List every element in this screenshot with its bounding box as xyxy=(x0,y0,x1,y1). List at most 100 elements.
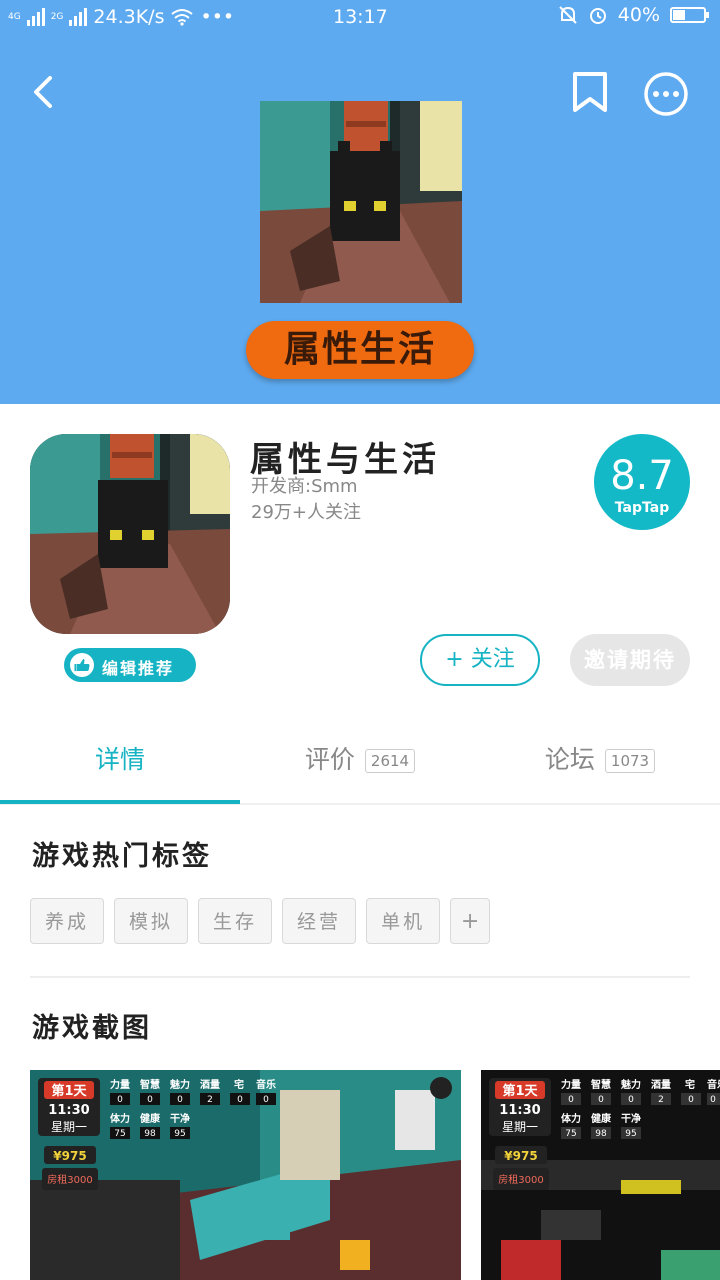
more-dots-icon xyxy=(644,72,688,116)
hud-stat-5-value: 0 xyxy=(237,1095,243,1105)
more-options-button[interactable] xyxy=(642,70,690,118)
chevron-left-icon xyxy=(34,76,52,108)
status-bar: 4G 2G 24.3K/s ••• 13:17 40% xyxy=(0,0,720,36)
hud-stat-7-b: 体力 xyxy=(561,1112,581,1125)
mute-bell-icon xyxy=(559,6,577,24)
active-tab-indicator xyxy=(0,800,240,804)
tab-reviews-count: 2614 xyxy=(364,749,416,773)
hud-stat-4-value-b: 2 xyxy=(658,1095,664,1105)
game-cover-image xyxy=(260,101,462,303)
screenshot-1[interactable]: 第1天 11:30 星期一 ¥975 房租3000 力量 智慧 魅力 酒量 宅 … xyxy=(30,1070,461,1280)
hud-stat-6-value: 0 xyxy=(263,1095,269,1105)
hud-stat-1-value-b: 0 xyxy=(568,1095,574,1105)
battery-icon xyxy=(670,7,709,23)
rating-brand: TapTap xyxy=(614,500,670,516)
invite-expect-button[interactable]: 邀请期待 xyxy=(570,634,690,686)
hud-stat-4-value: 2 xyxy=(207,1095,213,1105)
hud-stat-7-value-b: 75 xyxy=(565,1129,576,1139)
more-status-icon: ••• xyxy=(200,6,235,28)
network-label-1: 4G xyxy=(8,12,21,22)
tag-chip[interactable]: 生存 xyxy=(198,898,273,944)
hud-stat-2-value-b: 0 xyxy=(598,1095,604,1105)
bookmark-button[interactable] xyxy=(568,70,612,114)
tab-reviews[interactable]: 评价 2614 xyxy=(240,720,480,800)
hud-stat-7: 体力 xyxy=(110,1112,130,1125)
hud-stat-8: 健康 xyxy=(140,1112,161,1125)
tag-list: 养成 模拟 生存 经营 单机 + xyxy=(30,898,491,944)
battery-percent: 40% xyxy=(617,4,660,26)
hud-stat-2-value: 0 xyxy=(147,1095,153,1105)
screenshots-section-title: 游戏截图 xyxy=(32,1013,152,1044)
hud-stat-5: 宅 xyxy=(234,1078,244,1091)
tab-forum[interactable]: 论坛 1073 xyxy=(480,720,720,800)
hud-stat-2-b: 智慧 xyxy=(591,1078,611,1091)
hud-day: 第1天 xyxy=(51,1083,87,1099)
hud-stat-8-b: 健康 xyxy=(591,1112,612,1125)
tags-section-title: 游戏热门标签 xyxy=(32,841,212,872)
hud-stat-3-b: 魅力 xyxy=(621,1078,641,1091)
app-icon xyxy=(30,434,230,634)
hud-stat-9-value-b: 95 xyxy=(625,1129,636,1139)
hud-stat-4-b: 酒量 xyxy=(651,1078,671,1091)
followers-count: 29万+人关注 xyxy=(251,502,361,523)
hud-stat-5-b: 宅 xyxy=(685,1078,695,1091)
tag-chip[interactable]: 养成 xyxy=(30,898,105,944)
hud-weekday: 星期一 xyxy=(51,1120,87,1134)
screenshot-2[interactable]: 第1天 11:30 星期一 ¥975 房租3000 力量 智慧 魅力 酒量 宅 … xyxy=(481,1070,720,1280)
back-button[interactable] xyxy=(22,70,66,114)
developer-label: 开发商:Smm xyxy=(251,476,358,497)
status-time: 13:17 xyxy=(333,6,388,28)
hud-stat-2: 智慧 xyxy=(140,1078,160,1091)
hud-stat-5-value-b: 0 xyxy=(688,1095,694,1105)
signal-icon-2 xyxy=(69,8,88,26)
hud-stat-9-value: 95 xyxy=(174,1129,185,1139)
tab-details-label: 详情 xyxy=(94,745,145,774)
hud-money: ¥975 xyxy=(53,1149,86,1163)
hud-stat-3-value-b: 0 xyxy=(628,1095,634,1105)
hud-clock: 11:30 xyxy=(48,1103,89,1118)
hud-stat-9-b: 干净 xyxy=(621,1112,641,1125)
bookmark-icon xyxy=(573,72,607,112)
hud-stat-6-value-b: 0 xyxy=(710,1095,716,1105)
hud-stat-3: 魅力 xyxy=(170,1078,190,1091)
hud-stat-7-value: 75 xyxy=(114,1129,125,1139)
signal-icon xyxy=(26,8,45,26)
editor-recommend-badge: 编辑推荐 xyxy=(64,648,196,682)
hud-stat-6: 音乐 xyxy=(256,1078,276,1091)
tag-chip[interactable]: 经营 xyxy=(282,898,357,944)
section-divider xyxy=(30,976,690,978)
tab-bar: 详情 评价 2614 论坛 1073 xyxy=(0,720,720,804)
hud-stat-3-value: 0 xyxy=(177,1095,183,1105)
hud-rent-2: 房租3000 xyxy=(498,1173,543,1186)
thumbs-up-icon xyxy=(70,653,94,677)
tab-forum-label: 论坛 xyxy=(544,745,595,774)
rating-badge: 8.7 TapTap xyxy=(594,434,690,530)
hud-rent: 房租3000 xyxy=(47,1173,92,1186)
banner-title-pill: 属性生活 xyxy=(246,321,474,379)
hud-money-2: ¥975 xyxy=(504,1149,537,1163)
hud-stat-4: 酒量 xyxy=(200,1078,220,1091)
hud-stat-8-value-b: 98 xyxy=(595,1129,607,1139)
tag-chip[interactable]: 模拟 xyxy=(114,898,189,944)
tag-chip[interactable]: 单机 xyxy=(366,898,441,944)
hud-stat-1: 力量 xyxy=(110,1078,130,1091)
add-tag-button[interactable]: + xyxy=(450,898,491,944)
rating-score: 8.7 xyxy=(610,453,674,499)
tab-reviews-label: 评价 xyxy=(304,745,355,774)
follow-button[interactable]: + 关注 xyxy=(420,634,540,686)
network-label-2: 2G xyxy=(50,12,64,22)
hud-stat-8-value: 98 xyxy=(144,1129,156,1139)
hud-weekday-2: 星期一 xyxy=(502,1120,538,1134)
hud-stat-6-b: 音乐 xyxy=(707,1078,720,1091)
hud-stat-1-value: 0 xyxy=(117,1095,123,1105)
wifi-icon xyxy=(171,9,194,26)
hud-stat-9: 干净 xyxy=(170,1112,190,1125)
network-speed: 24.3K/s xyxy=(93,6,165,28)
hud-stat-1-b: 力量 xyxy=(561,1078,581,1091)
hud-clock-2: 11:30 xyxy=(499,1103,540,1118)
alarm-icon xyxy=(589,8,606,24)
tab-forum-count: 1073 xyxy=(604,749,656,773)
hud-day-2: 第1天 xyxy=(502,1083,538,1099)
tab-details[interactable]: 详情 xyxy=(0,720,240,800)
editor-recommend-label: 编辑推荐 xyxy=(102,659,175,678)
